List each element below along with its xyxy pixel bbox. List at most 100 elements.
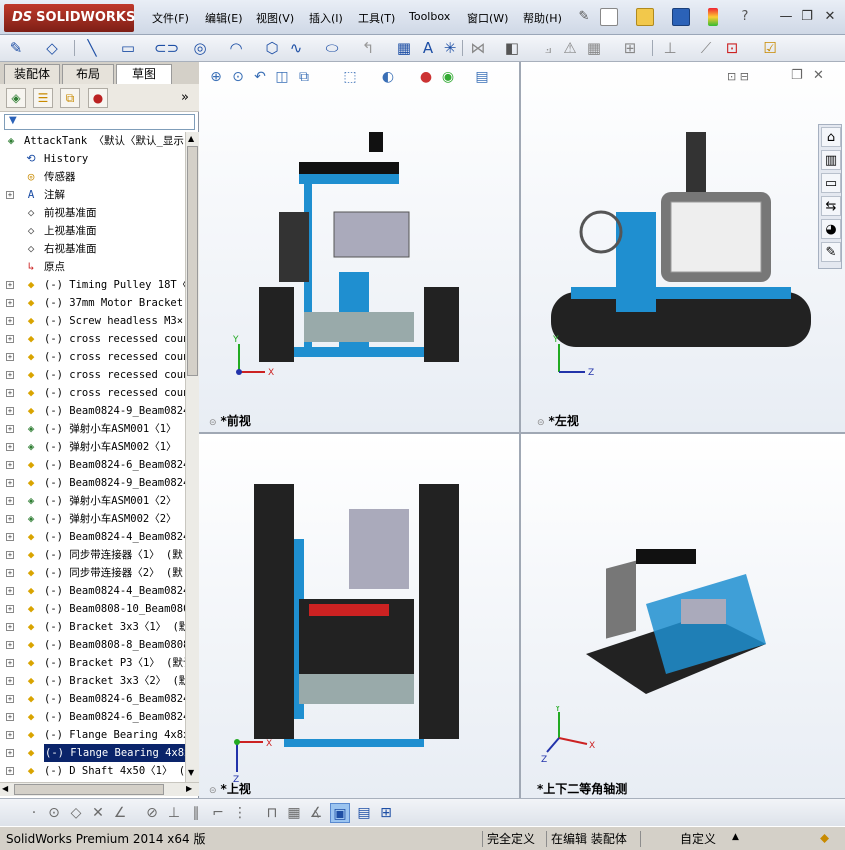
expand-icon[interactable]: + <box>6 353 14 361</box>
linear-pattern-icon[interactable]: ▦ <box>584 38 604 58</box>
tree-item[interactable]: + ◆ (-) Timing Pulley 18T〈1 <box>0 276 186 294</box>
tree-item[interactable]: + ◆ (-) Beam0824-4_Beam0824 <box>0 528 186 546</box>
tree-item[interactable]: + ◆ (-) Flange Bearing 4x8x <box>0 744 186 762</box>
custom-properties-icon[interactable]: ✎ <box>821 242 841 262</box>
view-settings-icon[interactable]: ▤ <box>473 68 491 86</box>
tree-item[interactable]: + ◆ (-) Beam0808-10_Beam080 <box>0 600 186 618</box>
expand-icon[interactable]: + <box>6 281 14 289</box>
zoom-to-fit-icon[interactable]: ⊕ <box>207 68 225 86</box>
tree-item[interactable]: + ◆ (-) Beam0824-6_Beam0824 <box>0 456 186 474</box>
view-orientation-icon[interactable]: ⬚ <box>341 68 359 86</box>
design-library-icon[interactable]: ▥ <box>821 150 841 170</box>
repair-sketch-icon[interactable]: ⟋ <box>696 38 716 58</box>
vertical-snap-icon[interactable]: ⋮ <box>230 803 250 823</box>
expand-icon[interactable]: + <box>6 677 14 685</box>
circle-center-snap-icon[interactable]: ⊙ <box>44 803 64 823</box>
sketch-point-icon[interactable]: · <box>24 803 44 823</box>
help-question-icon[interactable]: ? <box>736 8 754 26</box>
mirror-icon[interactable]: ⚠ <box>560 38 580 58</box>
viewport-close-icon[interactable]: ✕ <box>813 68 824 83</box>
smart-dimension-icon[interactable]: ◇ <box>42 38 62 58</box>
configuration-manager-icon[interactable]: ⧉ <box>60 88 80 108</box>
previous-view-icon[interactable]: ↶ <box>251 68 269 86</box>
solidworks-logo[interactable]: DS SOLIDWORKS <box>4 4 135 32</box>
pin-icon[interactable]: ✎ <box>575 8 593 26</box>
menu-file[interactable]: 文件(F) <box>152 10 189 26</box>
graphics-area[interactable]: ⊕ ⊙ ↶ ◫ ⧉ ⬚ ◐ ● ◉ ▤ Y X ⊝ *前视 ⊡ ⊟ ❐ ✕ Y … <box>199 62 845 798</box>
tree-item[interactable]: ◇ 右视基准面 <box>0 240 186 258</box>
apply-scene-icon[interactable]: ◉ <box>439 68 457 86</box>
tab-sketch[interactable]: 草图 <box>116 64 172 85</box>
collapse-panel-icon[interactable]: » <box>181 90 189 105</box>
move-entities-icon[interactable]: ⊞ <box>620 38 640 58</box>
polygon-icon[interactable]: ⬡ <box>262 38 282 58</box>
expand-icon[interactable]: + <box>6 731 14 739</box>
edit-appearance-icon[interactable]: ● <box>417 68 435 86</box>
line-icon[interactable]: ╲ <box>82 38 102 58</box>
viewport-toggle-icon[interactable]: ⊡ ⊟ <box>727 70 749 83</box>
tree-item[interactable]: + ◆ (-) Beam0824-9_Beam0824 <box>0 402 186 420</box>
rapid-sketch-icon[interactable]: ☑ <box>760 38 780 58</box>
parallel-snap-icon[interactable]: ∥ <box>186 803 206 823</box>
viewport-vertical-divider[interactable] <box>519 62 521 798</box>
scroll-right-icon[interactable]: ▶ <box>186 784 192 793</box>
four-view-icon[interactable]: ⊞ <box>376 803 396 823</box>
slot-icon[interactable]: ⊂⊃ <box>154 38 179 58</box>
menu-help[interactable]: 帮助(H) <box>523 10 562 26</box>
tree-item[interactable]: ◇ 上视基准面 <box>0 222 186 240</box>
expand-icon[interactable]: + <box>6 497 14 505</box>
menu-insert[interactable]: 插入(I) <box>309 10 343 26</box>
tree-item[interactable]: + ◈ (-) 弹射小车ASM001〈1〉 ( <box>0 420 186 438</box>
tree-item[interactable]: + ◆ (-) cross recessed coun <box>0 330 186 348</box>
tree-item[interactable]: + ◆ (-) Screw headless M3× <box>0 312 186 330</box>
minimize-icon[interactable]: — <box>778 9 794 25</box>
tag-icon[interactable]: ⬥ <box>820 831 829 846</box>
expand-icon[interactable]: + <box>6 587 14 595</box>
scroll-left-icon[interactable]: ◀ <box>2 784 8 793</box>
tree-item[interactable]: + ◆ (-) cross recessed coun <box>0 384 186 402</box>
sketch-icon[interactable]: ✎ <box>6 38 26 58</box>
trim-icon[interactable]: ⋈ <box>468 38 488 58</box>
tree-item[interactable]: + ◆ (-) cross recessed coun <box>0 366 186 384</box>
ellipse-icon[interactable]: ⬭ <box>322 38 342 58</box>
quick-snaps-icon[interactable]: ⊡ <box>722 38 742 58</box>
rectangle-icon[interactable]: ▭ <box>118 38 138 58</box>
open-folder-icon[interactable] <box>636 8 654 26</box>
section-view-icon[interactable]: ◫ <box>273 68 291 86</box>
feature-manager-tree-icon[interactable]: ◈ <box>6 88 26 108</box>
expand-icon[interactable]: + <box>6 335 14 343</box>
property-manager-icon[interactable]: ☰ <box>33 88 53 108</box>
tab-assembly[interactable]: 装配体 <box>4 64 60 84</box>
expand-icon[interactable]: + <box>6 659 14 667</box>
tab-layout[interactable]: 布局 <box>62 64 114 84</box>
perpendicular-snap-icon[interactable]: ⊥ <box>164 803 184 823</box>
length-snap-icon[interactable]: ⊓ <box>262 803 282 823</box>
scroll-thumb[interactable] <box>187 146 198 376</box>
expand-icon[interactable]: + <box>6 515 14 523</box>
expand-icon[interactable]: + <box>6 551 14 559</box>
expand-icon[interactable]: + <box>6 371 14 379</box>
arc-icon[interactable]: ◠ <box>226 38 246 58</box>
expand-icon[interactable]: + <box>6 317 14 325</box>
fillet-icon[interactable]: ↰ <box>358 38 378 58</box>
expand-icon[interactable]: + <box>6 569 14 577</box>
menu-edit[interactable]: 编辑(E) <box>205 10 243 26</box>
spline-icon[interactable]: ∿ <box>286 38 306 58</box>
quadrant-snap-icon[interactable]: ◇ <box>66 803 86 823</box>
expand-icon[interactable]: + <box>6 749 14 757</box>
plane-icon[interactable]: ▦ <box>394 38 414 58</box>
menu-window[interactable]: 窗口(W) <box>467 10 508 26</box>
tree-item[interactable]: + ◆ (-) Beam0824-6_Beam0824 <box>0 690 186 708</box>
intersection-snap-icon[interactable]: ✕ <box>88 803 108 823</box>
display-relations-icon[interactable]: ⊥ <box>660 38 680 58</box>
expand-icon[interactable]: + <box>6 407 14 415</box>
tree-item[interactable]: + ◈ (-) 弹射小车ASM002〈2〉 ( <box>0 510 186 528</box>
grid-snap-icon[interactable]: ▦ <box>284 803 304 823</box>
tree-item[interactable]: + ◆ (-) Bracket 3x3〈2〉 (默认 <box>0 672 186 690</box>
point-icon[interactable]: ✳ <box>440 38 460 58</box>
tree-item[interactable]: + ◆ (-) Bracket 3x3〈1〉 (默认 <box>0 618 186 636</box>
viewport-restore-icon[interactable]: ❐ <box>791 68 803 83</box>
status-units[interactable]: 自定义 <box>676 831 716 847</box>
expand-icon[interactable]: + <box>6 389 14 397</box>
tangent-snap-icon[interactable]: ⊘ <box>142 803 162 823</box>
